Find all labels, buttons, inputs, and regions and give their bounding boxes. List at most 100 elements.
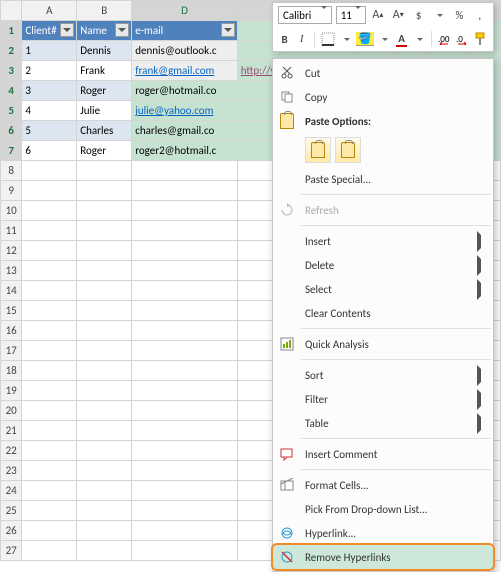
- menu-hyperlink[interactable]: Hyperlink...: [273, 521, 493, 545]
- row-header[interactable]: 27: [1, 541, 22, 561]
- fill-color-dropdown[interactable]: [378, 30, 391, 48]
- decrease-decimal-button[interactable]: .00: [438, 30, 452, 48]
- menu-table[interactable]: Table: [273, 411, 493, 435]
- row-header[interactable]: 13: [1, 261, 22, 281]
- cell[interactable]: [77, 481, 132, 501]
- cell-selected[interactable]: roger2@hotmail.c: [132, 141, 238, 161]
- menu-insert[interactable]: Insert: [273, 229, 493, 253]
- currency-dropdown[interactable]: [431, 6, 447, 24]
- row-header[interactable]: 10: [1, 201, 22, 221]
- cell[interactable]: [22, 281, 77, 301]
- font-size-combo[interactable]: 11: [336, 6, 366, 24]
- cell[interactable]: [132, 221, 238, 241]
- row-header[interactable]: 25: [1, 501, 22, 521]
- hyperlink[interactable]: frank@gmail.com: [135, 64, 214, 77]
- cell[interactable]: [77, 441, 132, 461]
- filter-dropdown-icon[interactable]: [221, 23, 235, 37]
- cell[interactable]: [77, 461, 132, 481]
- menu-copy[interactable]: Copy: [273, 85, 493, 109]
- row-header[interactable]: 19: [1, 381, 22, 401]
- row-header[interactable]: 20: [1, 401, 22, 421]
- cell[interactable]: 1: [22, 41, 77, 61]
- cell[interactable]: Julie: [77, 101, 132, 121]
- cell[interactable]: [132, 401, 238, 421]
- row-header[interactable]: 9: [1, 181, 22, 201]
- comma-button[interactable]: ,: [472, 6, 488, 24]
- cell[interactable]: [22, 401, 77, 421]
- row-header[interactable]: 11: [1, 221, 22, 241]
- menu-format-cells[interactable]: Format Cells...: [273, 473, 493, 497]
- cell[interactable]: [132, 441, 238, 461]
- cell[interactable]: [77, 301, 132, 321]
- cell[interactable]: [22, 461, 77, 481]
- increase-font-button[interactable]: A▴: [370, 6, 386, 24]
- cell[interactable]: [22, 481, 77, 501]
- menu-paste-special[interactable]: Paste Special...: [273, 167, 493, 191]
- row-header[interactable]: 21: [1, 421, 22, 441]
- table-header-email[interactable]: e-mail: [132, 21, 238, 41]
- row-header[interactable]: 26: [1, 521, 22, 541]
- cell[interactable]: [77, 341, 132, 361]
- cell[interactable]: [132, 481, 238, 501]
- cell[interactable]: [77, 521, 132, 541]
- menu-select[interactable]: Select: [273, 277, 493, 301]
- row-header[interactable]: 6: [1, 121, 22, 141]
- menu-cut[interactable]: Cut: [273, 61, 493, 85]
- cell[interactable]: [132, 421, 238, 441]
- cell[interactable]: 6: [22, 141, 77, 161]
- select-all-cell[interactable]: [1, 1, 22, 21]
- cell[interactable]: [22, 321, 77, 341]
- cell[interactable]: [22, 521, 77, 541]
- fill-color-button[interactable]: 🪣: [356, 30, 374, 48]
- row-header[interactable]: 8: [1, 161, 22, 181]
- currency-button[interactable]: $: [410, 6, 426, 24]
- row-header[interactable]: 18: [1, 361, 22, 381]
- cell[interactable]: [132, 261, 238, 281]
- font-color-dropdown[interactable]: [412, 30, 425, 48]
- row-header[interactable]: 1: [1, 21, 22, 41]
- cell-selected[interactable]: dennis@outlook.c: [132, 41, 238, 61]
- row-header[interactable]: 3: [1, 61, 22, 81]
- cell[interactable]: [77, 161, 132, 181]
- cell[interactable]: [132, 381, 238, 401]
- borders-button[interactable]: [321, 30, 335, 48]
- cell[interactable]: [22, 181, 77, 201]
- cell[interactable]: [132, 201, 238, 221]
- cell[interactable]: 3: [22, 81, 77, 101]
- menu-pick-from-list[interactable]: Pick From Drop-down List...: [273, 497, 493, 521]
- font-name-combo[interactable]: Calibri: [278, 6, 332, 24]
- menu-sort[interactable]: Sort: [273, 363, 493, 387]
- cell[interactable]: Charles: [77, 121, 132, 141]
- cell-selected[interactable]: roger@hotmail.co: [132, 81, 238, 101]
- cell[interactable]: [22, 441, 77, 461]
- menu-filter[interactable]: Filter: [273, 387, 493, 411]
- cell[interactable]: 5: [22, 121, 77, 141]
- cell[interactable]: [132, 541, 238, 561]
- paste-option-values[interactable]: [335, 137, 361, 163]
- cell[interactable]: [132, 161, 238, 181]
- table-header-name[interactable]: Name: [77, 21, 132, 41]
- row-header[interactable]: 17: [1, 341, 22, 361]
- cell[interactable]: [77, 541, 132, 561]
- cell[interactable]: [77, 361, 132, 381]
- cell[interactable]: [22, 421, 77, 441]
- col-header-B[interactable]: B: [77, 1, 132, 21]
- cell[interactable]: [132, 241, 238, 261]
- row-header[interactable]: 14: [1, 281, 22, 301]
- cell[interactable]: [132, 501, 238, 521]
- cell[interactable]: [77, 421, 132, 441]
- cell[interactable]: [22, 261, 77, 281]
- cell[interactable]: [77, 381, 132, 401]
- cell[interactable]: [77, 241, 132, 261]
- cell[interactable]: [132, 301, 238, 321]
- cell[interactable]: [22, 161, 77, 181]
- cell[interactable]: [132, 361, 238, 381]
- menu-clear-contents[interactable]: Clear Contents: [273, 301, 493, 325]
- cell[interactable]: [22, 381, 77, 401]
- menu-delete[interactable]: Delete: [273, 253, 493, 277]
- cell[interactable]: Dennis: [77, 41, 132, 61]
- cell[interactable]: [77, 281, 132, 301]
- paste-option-default[interactable]: [305, 137, 331, 163]
- row-header[interactable]: 16: [1, 321, 22, 341]
- table-header-client[interactable]: Client#: [22, 21, 77, 41]
